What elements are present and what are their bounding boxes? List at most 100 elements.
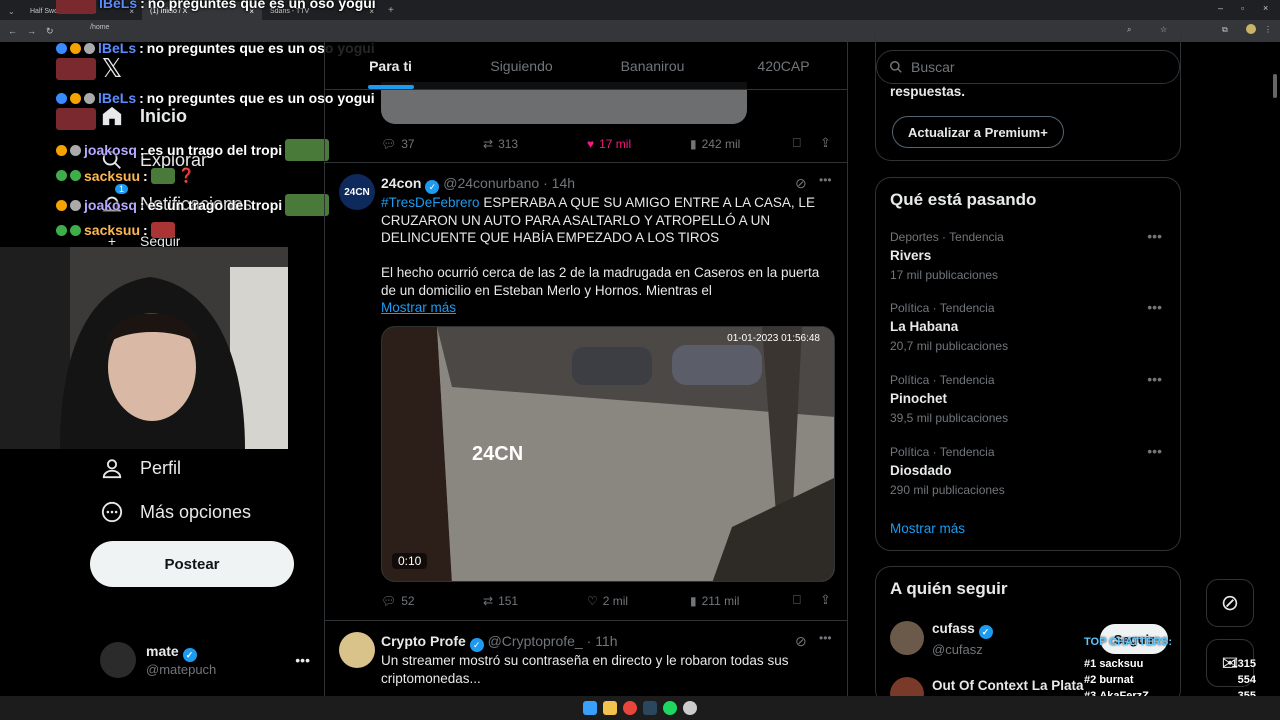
- share-icon[interactable]: ⇪: [820, 135, 831, 151]
- grok-icon[interactable]: ⊘: [795, 633, 807, 650]
- more-dots-icon[interactable]: •••: [1147, 443, 1162, 459]
- author-name[interactable]: Crypto Profe: [381, 633, 466, 649]
- more-dots-icon[interactable]: •••: [295, 652, 310, 668]
- obs-icon[interactable]: [683, 701, 697, 715]
- suggestion-name[interactable]: Out Of Context La Plata: [932, 678, 1084, 693]
- warning-badge-icon: [56, 144, 67, 156]
- views-button[interactable]: ▮ 242 mil: [690, 137, 740, 151]
- repost-count: 151: [498, 594, 519, 608]
- trend-meta: Deportes · Tendencia: [890, 230, 1004, 244]
- reply-count: 37: [401, 137, 415, 151]
- repost-icon: ⇄: [483, 137, 494, 151]
- spotify-icon[interactable]: [663, 701, 677, 715]
- tab-search-icon[interactable]: ⌄: [0, 1, 22, 19]
- trend-item[interactable]: Política · Tendencia Pinochet 39,5 mil p…: [890, 371, 1170, 425]
- suggestion-handle: @cufasz: [932, 642, 983, 657]
- menu-kebab-icon[interactable]: ⋮: [1264, 25, 1272, 34]
- trend-item[interactable]: Política · Tendencia La Habana 20,7 mil …: [890, 299, 1170, 353]
- grok-floating-icon[interactable]: ⊘: [1206, 579, 1254, 627]
- top-chatters-title: TOP CHATTERS:: [1084, 636, 1173, 648]
- grok-icon[interactable]: ⊘: [795, 175, 807, 192]
- trend-item[interactable]: Política · Tendencia Diosdado 290 mil pu…: [890, 443, 1170, 497]
- share-icon[interactable]: ⇪: [820, 592, 831, 608]
- post-button[interactable]: Postear: [90, 541, 294, 587]
- chat-message: es un trago del tropi: [147, 197, 283, 213]
- steam-icon[interactable]: [643, 701, 657, 715]
- minimize-icon[interactable]: –: [1218, 3, 1223, 13]
- nav-more[interactable]: Más opciones: [100, 500, 251, 524]
- reply-button[interactable]: 💬︎ 52: [381, 594, 415, 608]
- tab-bananirou[interactable]: Bananirou: [587, 42, 718, 89]
- like-button[interactable]: ♡ 2 mil: [587, 594, 628, 608]
- chatter-rank: #2: [1084, 674, 1097, 686]
- show-more-link[interactable]: Mostrar más: [381, 299, 833, 317]
- reply-count: 52: [401, 594, 415, 608]
- bookmark-icon[interactable]: ⎕: [793, 592, 801, 608]
- follow-suggestion[interactable]: cufass ✓ @cufasz: [932, 621, 993, 657]
- tweet-text: Un streamer mostró su contraseña en dire…: [381, 653, 789, 686]
- verified-icon: ✓: [469, 638, 484, 652]
- timeline: Para ti Siguiendo Bananirou 420CAP 💬︎ 37 …: [324, 42, 848, 696]
- hashtag-link[interactable]: #TresDeFebrero: [381, 195, 480, 210]
- tab-for-you[interactable]: Para ti: [325, 42, 456, 89]
- chat-line-emote: [56, 58, 96, 80]
- avatar[interactable]: [890, 621, 924, 655]
- views-button[interactable]: ▮ 211 mil: [690, 594, 739, 608]
- more-dots-icon[interactable]: •••: [1147, 228, 1162, 244]
- author-handle[interactable]: @Cryptoprofe_: [488, 633, 583, 649]
- tweet-time[interactable]: 14h: [552, 175, 575, 191]
- chat-user: joakosq: [84, 142, 137, 158]
- tweet-time[interactable]: 11h: [595, 633, 617, 649]
- back-icon[interactable]: ←: [8, 26, 17, 36]
- chat-line: joakosq: es un trago del tropi: [56, 194, 330, 216]
- avatar[interactable]: 24CN: [339, 174, 375, 210]
- nav-profile[interactable]: Perfil: [100, 456, 181, 480]
- page-scrollbar[interactable]: [1273, 74, 1277, 98]
- bookmark-icon[interactable]: ⎕: [793, 135, 801, 151]
- top-chatter-row: #1 sacksuu 1315: [1084, 658, 1256, 670]
- new-tab-icon[interactable]: +: [388, 5, 394, 16]
- tab-following[interactable]: Siguiendo: [456, 42, 587, 89]
- more-dots-icon[interactable]: •••: [1147, 371, 1162, 387]
- show-more-trends-link[interactable]: Mostrar más: [890, 521, 965, 536]
- reload-icon[interactable]: ↻: [46, 26, 54, 37]
- emote-icon: [285, 139, 330, 161]
- separator-dot: ·: [586, 633, 592, 649]
- repost-count: 313: [498, 137, 519, 151]
- windows-start-icon[interactable]: [583, 701, 597, 715]
- chrome-icon[interactable]: [623, 701, 637, 715]
- trend-meta: Política · Tendencia: [890, 373, 995, 387]
- more-dots-icon[interactable]: •••: [1147, 299, 1162, 315]
- extensions-icon[interactable]: ⧉: [1222, 25, 1228, 35]
- account-switcher[interactable]: mate ✓ @matepuch •••: [100, 638, 310, 682]
- author-name[interactable]: 24con: [381, 175, 421, 191]
- repost-button[interactable]: ⇄ 151: [483, 594, 518, 608]
- author-handle[interactable]: @24conurbano: [443, 175, 539, 191]
- close-window-icon[interactable]: ×: [1263, 3, 1268, 13]
- avatar[interactable]: [339, 632, 375, 668]
- emote-icon: [56, 0, 96, 14]
- more-dots-icon[interactable]: •••: [819, 173, 832, 187]
- trend-item[interactable]: Deportes · Tendencia Rivers 17 mil publi…: [890, 228, 1170, 282]
- tweet-video[interactable]: 01-01-2023 01:56:48 24CN 0:10: [381, 326, 835, 582]
- nav-more-label: Más opciones: [140, 501, 252, 522]
- like-button[interactable]: ♥ 17 mil: [587, 137, 631, 151]
- premium-button[interactable]: Actualizar a Premium+: [892, 116, 1064, 148]
- warning-badge-icon: [70, 42, 81, 54]
- repost-button[interactable]: ⇄ 313: [483, 137, 518, 151]
- analytics-icon: ▮: [690, 594, 697, 608]
- verified-icon: ✓: [182, 648, 197, 662]
- file-explorer-icon[interactable]: [603, 701, 617, 715]
- tweet-text: #TresDeFebrero ESPERABA A QUE SU AMIGO E…: [381, 194, 833, 247]
- more-dots-icon[interactable]: •••: [819, 631, 832, 645]
- tab-420cap[interactable]: 420CAP: [718, 42, 847, 89]
- chat-user: sacksuu: [84, 167, 141, 184]
- profile-avatar-icon[interactable]: [1246, 24, 1256, 34]
- forward-icon[interactable]: →: [27, 26, 36, 36]
- verified-icon: ✓: [978, 625, 993, 639]
- reply-button[interactable]: 💬︎ 37: [381, 137, 415, 151]
- divider: [325, 620, 847, 621]
- reply-icon: 💬︎: [381, 137, 397, 151]
- trend-title: La Habana: [890, 319, 959, 334]
- maximize-icon[interactable]: ▫: [1241, 3, 1244, 13]
